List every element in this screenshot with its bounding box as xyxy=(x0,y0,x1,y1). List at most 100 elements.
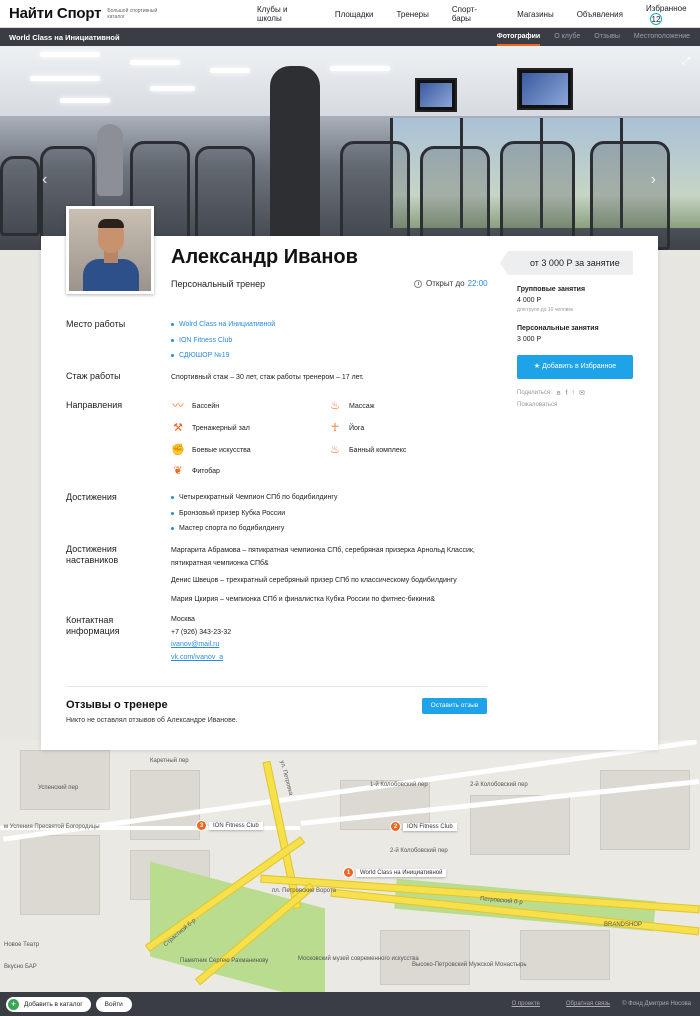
add-to-favorites-button[interactable]: ★ Добавить в Избранное xyxy=(517,355,633,379)
map-building xyxy=(20,750,110,810)
pin-number: 2 xyxy=(390,821,401,832)
twitter-icon[interactable]: ᵗ xyxy=(572,390,574,397)
gym-visitor xyxy=(97,124,123,196)
ceiling-light xyxy=(130,60,180,65)
achievement-item: Бронзовый призер Кубка России xyxy=(171,506,337,522)
nav-trainers[interactable]: Тренеры xyxy=(396,10,428,19)
elliptical xyxy=(340,141,410,250)
ceiling-light xyxy=(30,76,100,81)
logo-subtitle: Большой спортивный каталог xyxy=(107,7,158,20)
experience-label: Стаж работы xyxy=(66,371,121,381)
club-title[interactable]: World Class на Инициативной xyxy=(9,33,120,42)
nav-venues[interactable]: Площадки xyxy=(335,10,374,19)
clock-icon xyxy=(414,279,422,288)
achievements-list: Четырехкратный Чемпион СПб по бодибилдин… xyxy=(171,490,337,537)
workplace-label: Место работы xyxy=(66,319,126,329)
tab-about[interactable]: О клубе xyxy=(554,28,580,46)
map-street-label: Успенский пер xyxy=(38,785,79,791)
map-street-label: Каретный пер xyxy=(150,758,189,764)
contact-email[interactable]: ivanov@mail.ru xyxy=(171,641,219,648)
achievement-item: Мастер спорта по бодибилдингу xyxy=(171,521,337,537)
map-poi-label: Вкусно БАР xyxy=(4,964,37,970)
treadmill xyxy=(0,156,40,236)
map-pin-3[interactable]: 3 ION Fitness Club xyxy=(196,820,263,831)
ceiling-light xyxy=(40,52,100,57)
personal-label: Персональные занятия xyxy=(517,325,599,332)
map-street-label: ул. Петровка xyxy=(278,759,294,797)
workplace-link[interactable]: ION Fitness Club xyxy=(171,333,275,349)
reviews-divider xyxy=(66,686,487,687)
treadmill xyxy=(195,146,255,246)
achievement-item: Четырехкратный Чемпион СПб по бодибилдин… xyxy=(171,490,337,506)
workplace-link[interactable]: Wolrd Class на Инициативной xyxy=(171,317,275,333)
nav-clubs[interactable]: Клубы и школы xyxy=(257,5,312,23)
contact-phone[interactable]: +7 (926) 343-23-32 xyxy=(171,627,231,640)
vk-icon[interactable]: ʙ xyxy=(557,390,561,397)
trainer-avatar xyxy=(66,206,154,294)
ceiling-light xyxy=(60,98,110,103)
ceiling-light xyxy=(210,68,250,73)
tab-reviews[interactable]: Отзывы xyxy=(594,28,620,46)
club-subbar: World Class на Инициативной Фотографии О… xyxy=(0,28,700,46)
experience-text: Спортивный стаж – 30 лет, стаж работы тр… xyxy=(171,374,364,381)
direction-item: ✊ Боевые искусства xyxy=(171,444,251,456)
complain-link[interactable]: Пожаловаться xyxy=(517,402,557,408)
gym-icon: ⚒ xyxy=(173,422,183,434)
feedback-link[interactable]: Обратная связь xyxy=(566,1001,610,1007)
pin-label: ION Fitness Club xyxy=(209,821,263,830)
site-logo[interactable]: Найти Спорт xyxy=(9,5,102,22)
facebook-icon[interactable]: f xyxy=(566,390,568,397)
nav-shops[interactable]: Магазины xyxy=(517,10,554,19)
club-tabs: Фотографии О клубе Отзывы Местоположение xyxy=(483,28,690,46)
top-header: Найти Спорт Большой спортивный каталог К… xyxy=(0,0,700,28)
personal-pricing: Персональные занятия 3 000 Р xyxy=(517,325,599,343)
tab-photos[interactable]: Фотографии xyxy=(496,28,541,46)
workplace-link[interactable]: СДЮШОР №19 xyxy=(171,348,275,364)
sauna-icon: ♨ xyxy=(330,444,340,456)
map-poi-label: Высоко-Петровский Мужской Монастырь xyxy=(412,962,527,968)
map-poi-label: Памятник Сергею Рахманинову xyxy=(180,958,269,964)
add-to-catalog-label: Добавить в каталог xyxy=(24,1000,83,1008)
location-map[interactable]: Успенский пер Каретный пер 1-й Колобовск… xyxy=(0,740,700,992)
map-poi-label: Новое Театр xyxy=(4,942,40,948)
plus-icon: + xyxy=(8,998,19,1010)
group-label: Групповые занятия xyxy=(517,286,586,293)
mail-icon[interactable]: ✉ xyxy=(579,389,585,397)
fullscreen-icon[interactable]: ⤢ xyxy=(682,56,690,67)
gym-visitor xyxy=(270,66,320,250)
tab-location[interactable]: Местоположение xyxy=(634,28,690,46)
footer-links: О проекте Обратная связь © Фонд Дмитрия … xyxy=(500,992,691,1016)
martial-arts-icon: ✊ xyxy=(171,444,185,456)
reviews-empty-text: Никто не оставлял отзывов об Александре … xyxy=(66,717,238,724)
contact-vk[interactable]: vk.com/ivanov_a xyxy=(171,654,223,661)
main-nav: Клубы и школы Площадки Тренеры Спорт-бар… xyxy=(246,0,700,28)
map-pin-2[interactable]: 2 ION Fitness Club xyxy=(390,821,457,832)
wall-tv xyxy=(415,78,457,112)
about-link[interactable]: О проекте xyxy=(512,1001,540,1007)
mentor-achievement: Маргарита Абрамова – пятикратная чемпион… xyxy=(171,547,475,567)
trainer-name: Александр Иванов xyxy=(171,246,358,268)
nav-ads[interactable]: Объявления xyxy=(577,10,623,19)
add-to-catalog-button[interactable]: + Добавить в каталог xyxy=(6,996,91,1012)
open-label: Открыт до xyxy=(426,279,465,288)
elliptical xyxy=(500,141,575,250)
login-button[interactable]: Войти xyxy=(95,996,132,1012)
map-road-petrovka xyxy=(262,760,302,910)
nav-sport-bars[interactable]: Спорт-бары xyxy=(452,5,494,23)
map-street-label: 2-й Колобовский пер xyxy=(470,782,528,788)
share-row: Поделиться: ʙ f ᵗ ✉ xyxy=(517,389,585,398)
ceiling-light xyxy=(150,86,195,91)
direction-item: 〰 Бассейн xyxy=(172,400,220,412)
nav-favorites[interactable]: Избранное12 xyxy=(646,4,700,25)
contact-label: Контактная информация xyxy=(66,615,120,636)
direction-item: ♨ Массаж xyxy=(328,400,374,412)
mentor-achievement: Мария Цкирия – чемпионка СПб и финалистк… xyxy=(171,596,435,603)
map-street-label: пл. Петровские Ворота xyxy=(272,888,336,894)
direction-item: ❦ Фитобар xyxy=(171,465,220,477)
prev-photo-icon[interactable]: ‹ xyxy=(42,171,47,189)
ceiling-light xyxy=(330,66,390,71)
next-photo-icon[interactable]: › xyxy=(651,171,656,189)
map-pin-1[interactable]: 1 World Class на Инициативной xyxy=(343,867,447,878)
leave-review-button[interactable]: Оставить отзыв xyxy=(422,698,487,714)
map-poi-label: Московский музей современного искусства xyxy=(298,956,419,962)
